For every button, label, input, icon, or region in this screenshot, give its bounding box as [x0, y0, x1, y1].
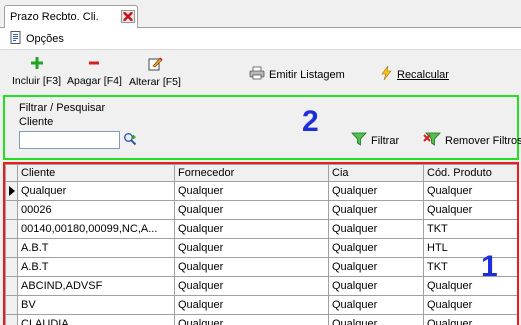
cell-cia[interactable]: Qualquer: [328, 276, 424, 296]
cell-cliente[interactable]: Qualquer: [17, 181, 175, 201]
row-indicator[interactable]: [5, 276, 18, 296]
data-grid: Cliente Fornecedor Cia Cód. Produto Qual…: [3, 162, 519, 325]
table-row[interactable]: CLAUDIA Qualquer Qualquer Qualquer: [5, 314, 517, 325]
cell-cliente[interactable]: ABCIND,ADVSF: [17, 276, 175, 296]
cell-fornecedor[interactable]: Qualquer: [174, 257, 329, 277]
close-icon[interactable]: [121, 10, 135, 23]
column-header-cia[interactable]: Cia: [328, 164, 424, 182]
cell-cliente[interactable]: CLAUDIA: [17, 314, 175, 325]
delete-label: Apagar [F4]: [67, 75, 122, 87]
print-list-label: Emitir Listagem: [269, 68, 345, 81]
recalculate-label: Recalcular: [397, 68, 449, 81]
search-icon[interactable]: [123, 132, 137, 149]
grid-header-row: Cliente Fornecedor Cia Cód. Produto: [5, 164, 517, 182]
row-indicator[interactable]: [5, 314, 18, 325]
cell-cliente[interactable]: 00026: [17, 200, 175, 220]
annotation-2: 2: [302, 105, 319, 138]
cell-cliente[interactable]: A.B.T: [17, 238, 175, 258]
client-filter-label: Cliente: [19, 116, 54, 128]
include-button[interactable]: Incluir [F3]: [12, 56, 61, 87]
edit-label: Alterar [F5]: [129, 76, 181, 88]
plus-icon: [30, 56, 44, 73]
filter-title: Filtrar / Pesquisar: [19, 102, 106, 114]
include-label: Incluir [F3]: [12, 75, 62, 87]
delete-button[interactable]: Apagar [F4]: [67, 56, 122, 87]
edit-icon: [147, 56, 163, 74]
cell-cod-produto[interactable]: TKT: [423, 219, 517, 239]
current-row-icon: [9, 186, 15, 196]
cell-cia[interactable]: Qualquer: [328, 314, 424, 325]
column-header-fornecedor[interactable]: Fornecedor: [174, 164, 329, 182]
edit-button[interactable]: Alterar [F5]: [129, 56, 181, 88]
cell-cod-produto[interactable]: Qualquer: [423, 181, 517, 201]
cell-fornecedor[interactable]: Qualquer: [174, 181, 329, 201]
table-row[interactable]: 00026 Qualquer Qualquer Qualquer: [5, 200, 517, 220]
cell-cod-produto[interactable]: Qualquer: [423, 200, 517, 220]
cell-cia[interactable]: Qualquer: [328, 238, 424, 258]
row-indicator[interactable]: [5, 219, 18, 239]
options-menu[interactable]: Opções: [10, 31, 64, 47]
cell-cliente[interactable]: 00140,00180,00099,NC,A...: [17, 219, 175, 239]
client-filter-input[interactable]: [19, 131, 120, 149]
table-row[interactable]: Qualquer Qualquer Qualquer Qualquer: [5, 181, 517, 201]
cell-fornecedor[interactable]: Qualquer: [174, 238, 329, 258]
recalculate-button[interactable]: Recalcular: [379, 65, 449, 83]
cell-cia[interactable]: Qualquer: [328, 295, 424, 315]
tab-strip: Prazo Recbto. Cli.: [0, 0, 521, 28]
cell-fornecedor[interactable]: Qualquer: [174, 314, 329, 325]
cell-cia[interactable]: Qualquer: [328, 200, 424, 220]
cell-fornecedor[interactable]: Qualquer: [174, 276, 329, 296]
lightning-icon: [379, 65, 393, 83]
document-icon: [10, 31, 22, 47]
cell-cia[interactable]: Qualquer: [328, 181, 424, 201]
cell-cod-produto[interactable]: Qualquer: [423, 295, 517, 315]
annotation-1: 1: [481, 250, 498, 283]
row-indicator[interactable]: [5, 257, 18, 277]
row-indicator-header: [5, 164, 18, 182]
table-row[interactable]: ABCIND,ADVSF Qualquer Qualquer Qualquer: [5, 276, 517, 296]
row-indicator[interactable]: [5, 181, 18, 201]
table-row[interactable]: BV Qualquer Qualquer Qualquer: [5, 295, 517, 315]
table-row[interactable]: A.B.T Qualquer Qualquer HTL: [5, 238, 517, 258]
cell-cliente[interactable]: A.B.T: [17, 257, 175, 277]
remove-filters-label: Remover Filtros: [445, 134, 521, 147]
cell-cia[interactable]: Qualquer: [328, 219, 424, 239]
cell-fornecedor[interactable]: Qualquer: [174, 295, 329, 315]
table-row[interactable]: A.B.T Qualquer Qualquer TKT: [5, 257, 517, 277]
menu-bar: Opções: [0, 28, 521, 50]
filter-panel: Filtrar / Pesquisar Cliente 2 Filtrar Re…: [3, 95, 521, 160]
row-indicator[interactable]: [5, 238, 18, 258]
filter-button[interactable]: Filtrar: [351, 132, 399, 149]
tab-label: Prazo Recbto. Cli.: [10, 11, 99, 23]
toolbar: Incluir [F3] Apagar [F4] Alterar [F5] Em…: [0, 50, 521, 94]
row-indicator[interactable]: [5, 295, 18, 315]
funnel-icon: [351, 132, 367, 149]
cell-cliente[interactable]: BV: [17, 295, 175, 315]
options-label: Opções: [26, 33, 64, 45]
remove-filter-icon: [423, 132, 441, 149]
table-row[interactable]: 00140,00180,00099,NC,A... Qualquer Qualq…: [5, 219, 517, 239]
column-header-cod-produto[interactable]: Cód. Produto: [423, 164, 517, 182]
cell-cia[interactable]: Qualquer: [328, 257, 424, 277]
cell-fornecedor[interactable]: Qualquer: [174, 219, 329, 239]
cell-cod-produto[interactable]: Qualquer: [423, 314, 517, 325]
cell-cod-produto[interactable]: HTL: [423, 238, 517, 258]
tab-prazo-recbto-cli[interactable]: Prazo Recbto. Cli.: [4, 5, 138, 28]
print-list-button[interactable]: Emitir Listagem: [249, 66, 345, 83]
remove-filters-button[interactable]: Remover Filtros: [423, 132, 521, 149]
cell-fornecedor[interactable]: Qualquer: [174, 200, 329, 220]
row-indicator[interactable]: [5, 200, 18, 220]
minus-icon: [87, 56, 101, 73]
cell-cod-produto[interactable]: Qualquer: [423, 276, 517, 296]
filter-label: Filtrar: [371, 134, 400, 147]
column-header-cliente[interactable]: Cliente: [17, 164, 175, 182]
printer-icon: [249, 66, 265, 83]
cell-cod-produto[interactable]: TKT: [423, 257, 517, 277]
